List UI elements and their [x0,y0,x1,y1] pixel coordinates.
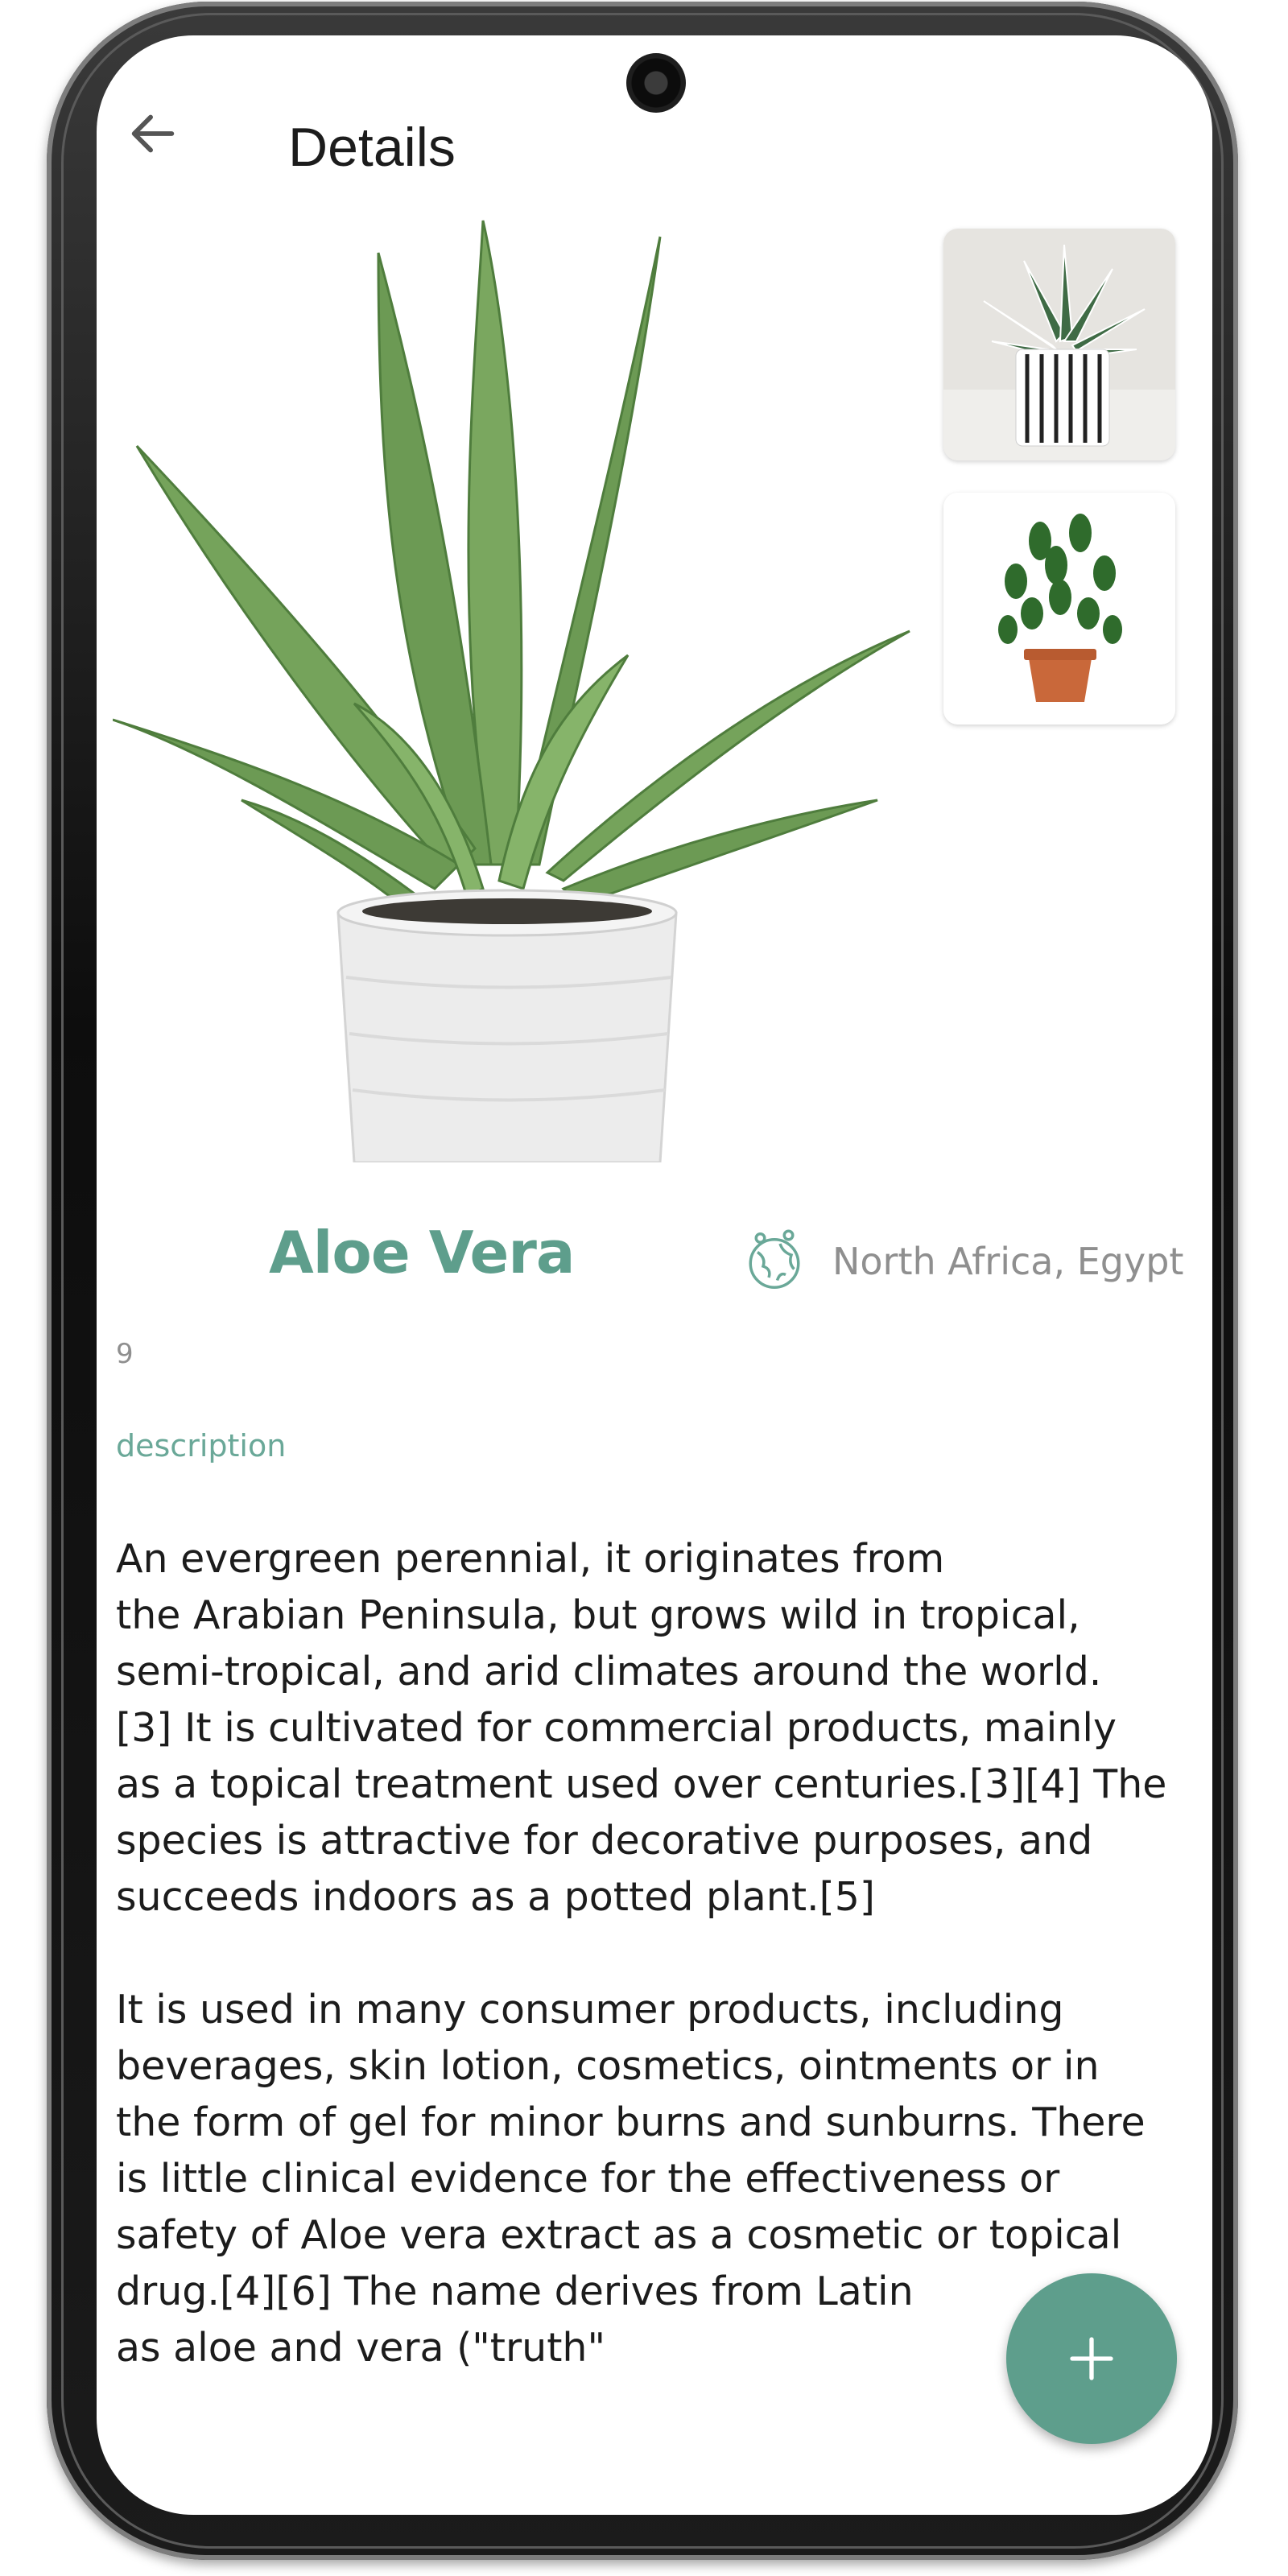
globe-icon [749,1229,800,1289]
add-button[interactable] [1006,2273,1177,2444]
thumbnail-image-2[interactable] [943,493,1175,724]
main-plant-image [113,220,910,1162]
description-label: description [116,1428,287,1463]
zebra-plant-image [943,229,1175,460]
back-button[interactable] [113,93,193,174]
screen: Details Aloe Vera North Africa, Egypt 9 … [97,35,1212,2515]
plus-icon [1070,2337,1113,2380]
plant-name: Aloe Vera [269,1219,575,1286]
thumbnail-image-1[interactable] [943,229,1175,460]
plant-number: 9 [116,1338,134,1370]
arrow-left-icon [131,114,175,153]
front-camera [626,53,686,113]
page-title: Details [288,117,456,178]
description-paragraph-1: An evergreen perennial, it originates fr… [116,1536,1167,1920]
zz-plant-image [943,493,1175,724]
origin-text: North Africa, Egypt [832,1240,1184,1283]
